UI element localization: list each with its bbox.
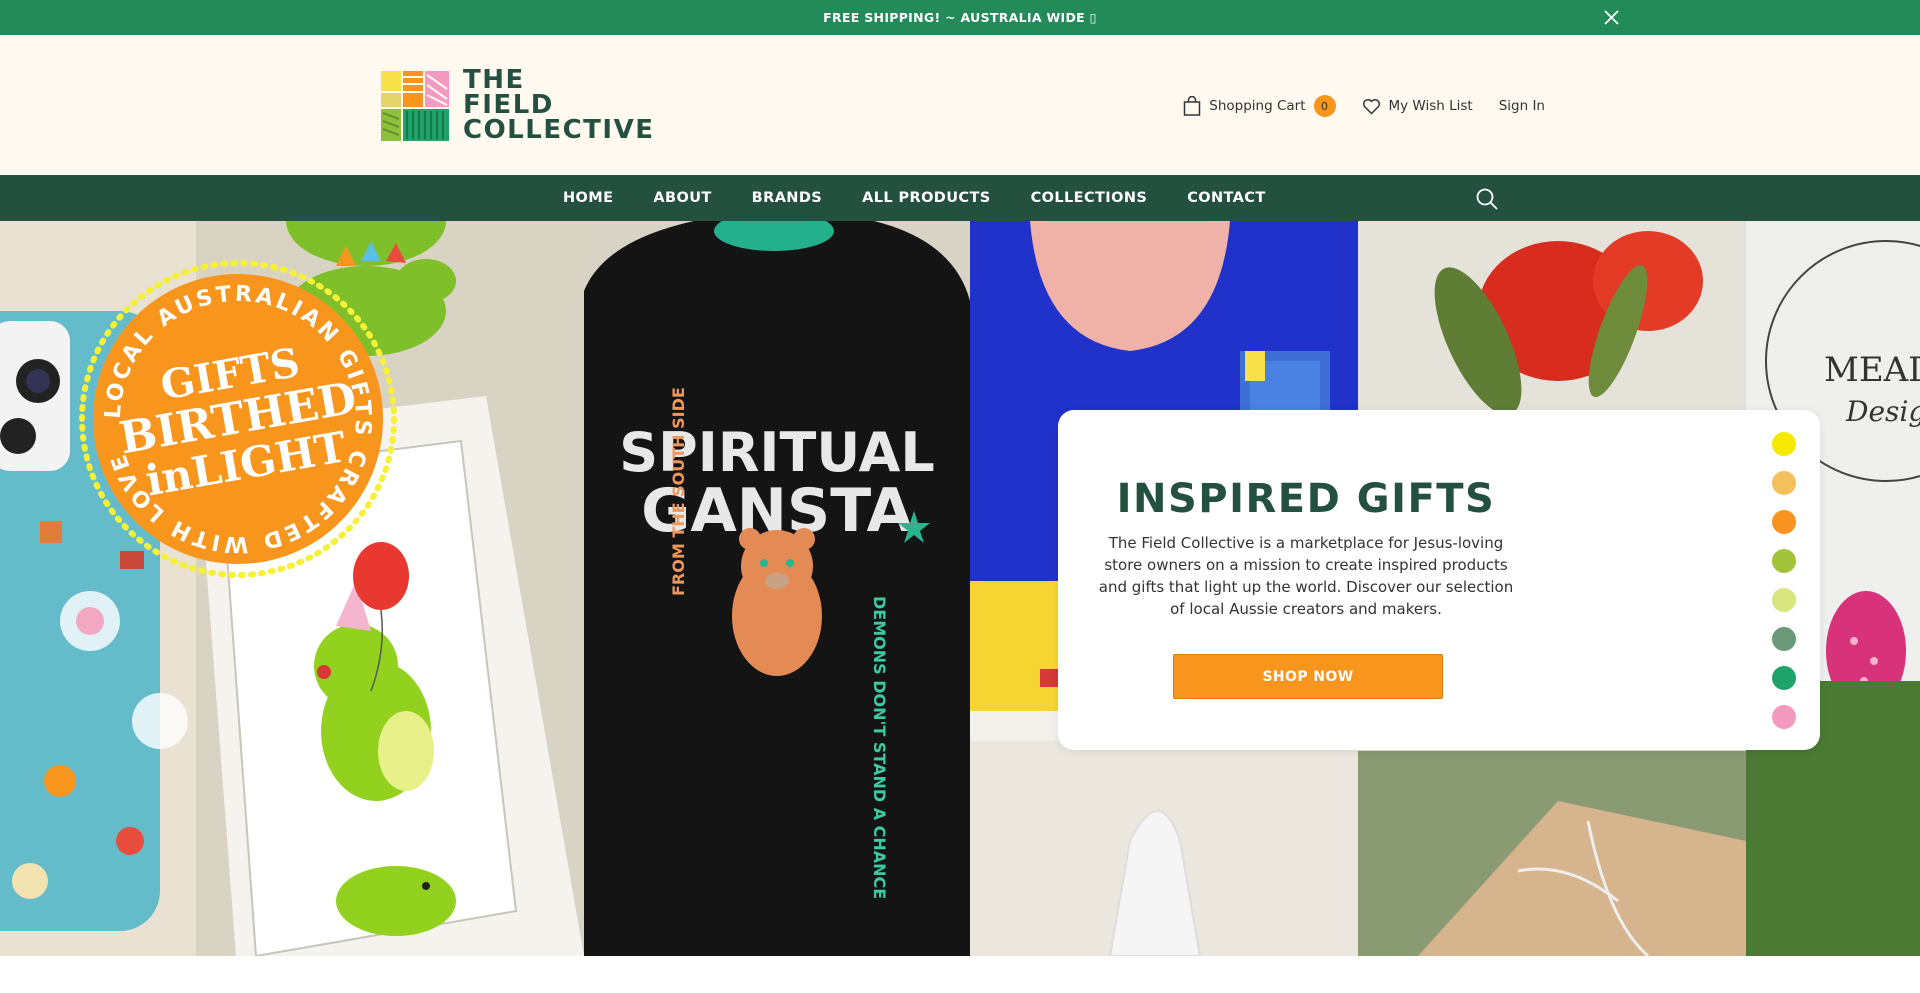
shopping-cart-link[interactable]: Shopping Cart 0	[1183, 95, 1336, 117]
hoodie-text-line-1: SPIRITUAL	[619, 421, 934, 484]
wishlist-link[interactable]: My Wish List	[1362, 98, 1473, 115]
header-links: Shopping Cart 0 My Wish List Sign In	[1183, 95, 1545, 117]
cart-count-badge: 0	[1313, 95, 1336, 117]
sign-subtext: Desig	[1845, 395, 1920, 428]
sign-in-label: Sign In	[1498, 98, 1545, 114]
announcement-text: FREE SHIPPING! ~ AUSTRALIA WIDE ▯	[823, 10, 1097, 25]
nav-item-contact[interactable]: CONTACT	[1187, 190, 1265, 206]
hero-image-hoodie: SPIRITUAL GANSTA FROM THE SOUTH SIDE DEM…	[584, 221, 970, 956]
shopping-cart-label: Shopping Cart	[1209, 98, 1306, 114]
close-icon[interactable]	[1603, 9, 1620, 26]
wishlist-label: My Wish List	[1388, 98, 1473, 114]
sign-in-link[interactable]: Sign In	[1499, 98, 1545, 114]
nav-item-collections[interactable]: COLLECTIONS	[1031, 190, 1148, 206]
logo-mark-icon	[381, 70, 449, 141]
swatch-sage[interactable]	[1772, 627, 1796, 651]
main-navigation: HOME ABOUT BRANDS ALL PRODUCTS COLLECTIO…	[0, 175, 1920, 221]
color-swatches	[1772, 432, 1796, 744]
sign-text: MEAD	[1824, 350, 1920, 390]
hero-badge: LOCAL AUSTRALIAN GIFTS CRAFTED WITH LOVE…	[79, 260, 397, 578]
swatch-light-orange[interactable]	[1772, 471, 1796, 495]
shop-now-button[interactable]: SHOP NOW	[1173, 654, 1443, 699]
nav-item-all-products[interactable]: ALL PRODUCTS	[862, 190, 990, 206]
hoodie-text-right: DEMONS DON'T STAND A CHANCE	[870, 596, 889, 899]
swatch-green[interactable]	[1772, 666, 1796, 690]
hoodie-illustration: SPIRITUAL GANSTA FROM THE SOUTH SIDE DEM…	[584, 221, 970, 956]
swatch-orange[interactable]	[1772, 510, 1796, 534]
shopping-bag-icon	[1184, 96, 1201, 116]
hero-content-card: INSPIRED GIFTS The Field Collective is a…	[1058, 410, 1820, 750]
nav-item-brands[interactable]: BRANDS	[752, 190, 822, 206]
search-icon[interactable]	[1475, 187, 1499, 211]
nav-menu: HOME ABOUT BRANDS ALL PRODUCTS COLLECTIO…	[563, 175, 1266, 221]
hero-description: The Field Collective is a marketplace fo…	[1098, 534, 1514, 618]
logo-line-3: COLLECTIVE	[463, 115, 655, 145]
hero-title: INSPIRED GIFTS	[1116, 476, 1496, 522]
hero-banner: SPIRITUAL GANSTA FROM THE SOUTH SIDE DEM…	[0, 221, 1920, 956]
swatch-pink[interactable]	[1772, 705, 1796, 729]
swatch-light-lime[interactable]	[1772, 588, 1796, 612]
heart-icon	[1362, 98, 1380, 114]
swatch-olive-green[interactable]	[1772, 549, 1796, 573]
site-logo[interactable]: THE FIELD COLLECTIVE	[381, 67, 655, 145]
swatch-yellow[interactable]	[1772, 432, 1796, 456]
logo-wordmark: THE FIELD COLLECTIVE	[463, 67, 655, 145]
nav-item-home[interactable]: HOME	[563, 190, 613, 206]
nav-item-about[interactable]: ABOUT	[653, 190, 711, 206]
announcement-bar: FREE SHIPPING! ~ AUSTRALIA WIDE ▯	[0, 0, 1920, 35]
hoodie-text-left: FROM THE SOUTH SIDE	[669, 387, 688, 596]
site-header: THE FIELD COLLECTIVE Shopping Cart 0 My …	[0, 35, 1920, 175]
